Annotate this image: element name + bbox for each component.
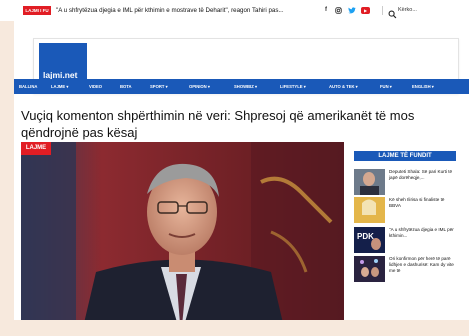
nav-item-auto-tek[interactable]: AUTO & TEK ▾ (329, 79, 358, 94)
nav-item-video[interactable]: VIDEO (89, 79, 102, 94)
latest-news-thumbnail (354, 197, 385, 223)
latest-news-item[interactable]: Kë sheh Ilirisa si finaliste të BBVA (354, 197, 456, 227)
nav-item-bota[interactable]: BOTA (120, 79, 132, 94)
page-container: lajmi.net BALLINA LAJME ▾ VIDEO BOTA SPO… (14, 20, 469, 336)
nav-item-english[interactable]: ENGLISH ▾ (412, 79, 434, 94)
breaking-news-badge: LAJMI I FU (23, 6, 51, 15)
divider (382, 6, 383, 15)
top-bar: LAJMI I FU "A u shfrytëzua djegia e IML … (0, 0, 469, 21)
latest-news-title: LAJME TË FUNDIT (354, 151, 456, 161)
latest-news-item[interactable]: Deputeti Shala: Së pari Kurti të japë do… (354, 169, 456, 199)
nav-item-sport[interactable]: SPORT ▾ (150, 79, 168, 94)
latest-news-item[interactable]: Ori konfirmon për herë të parë lidhjen e… (354, 256, 456, 292)
latest-news-thumbnail (354, 256, 385, 282)
nav-item-opinion[interactable]: OPINION ▾ (189, 79, 210, 94)
latest-news-thumbnail (354, 169, 385, 195)
latest-news-text[interactable]: Deputeti Shala: Së pari Kurti të japë do… (389, 169, 455, 181)
main-navigation: BALLINA LAJME ▾ VIDEO BOTA SPORT ▾ OPINI… (14, 79, 469, 94)
nav-item-ballina[interactable]: BALLINA (19, 79, 37, 94)
hero-photo (21, 142, 344, 336)
nav-item-lajme[interactable]: LAJME ▾ (51, 79, 68, 94)
instagram-icon[interactable] (334, 5, 343, 16)
nav-item-lifestyle[interactable]: LIFESTYLE ▾ (280, 79, 306, 94)
facebook-icon[interactable]: f (322, 5, 330, 16)
page-bottom-edge (14, 320, 469, 336)
youtube-icon[interactable]: ▶ (361, 7, 370, 14)
article-headline[interactable]: Vuçiq komenton shpërthimin në veri: Shpr… (21, 107, 441, 141)
latest-news-text[interactable]: Kë sheh Ilirisa si finaliste të BBVA (389, 197, 455, 209)
latest-news-thumbnail: PDK (354, 227, 385, 253)
latest-news-text[interactable]: Ori konfirmon për herë të parë lidhjen e… (389, 256, 455, 275)
latest-news-text[interactable]: "A u shfrytëzua djegia e IML për kthimin… (389, 227, 455, 239)
svg-text:PDK: PDK (357, 232, 374, 241)
nav-item-showbiz[interactable]: SHOWBIZ ▾ (234, 79, 257, 94)
breaking-news-ticker[interactable]: "A u shfrytëzua djegia e IML për kthimin… (56, 5, 284, 16)
latest-news-item[interactable]: PDK "A u shfrytëzua djegia e IML për kth… (354, 227, 456, 257)
category-badge[interactable]: LAJME (21, 142, 51, 155)
nav-item-fun[interactable]: FUN ▾ (380, 79, 392, 94)
search-icon[interactable] (388, 6, 397, 19)
article-hero-image[interactable] (21, 142, 344, 336)
twitter-icon[interactable] (347, 5, 356, 16)
search-input[interactable]: Kërko... (398, 5, 417, 16)
